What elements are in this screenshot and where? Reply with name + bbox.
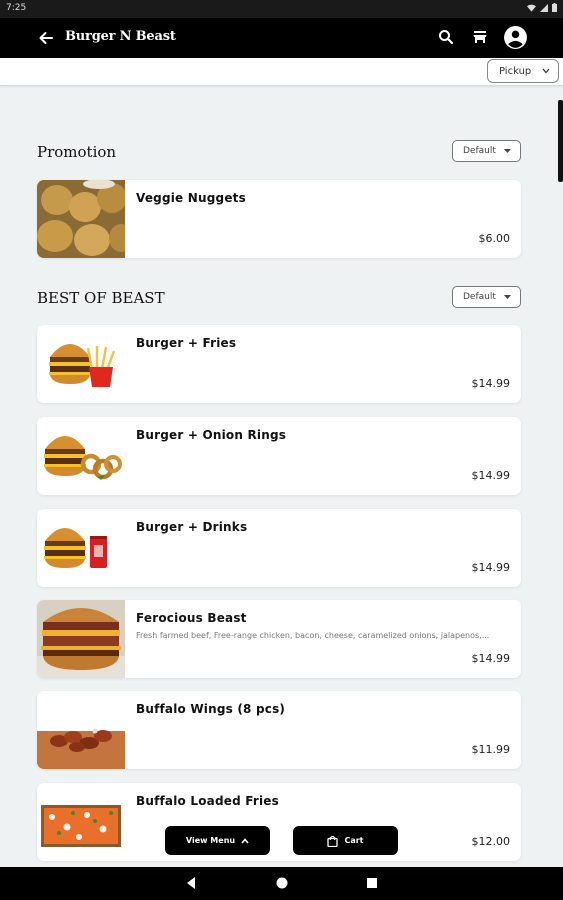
veggie-nuggets-image bbox=[37, 180, 125, 258]
status-time: 7:25 bbox=[6, 3, 27, 13]
menu-item-price: $11.99 bbox=[471, 743, 511, 756]
burger-fries-image bbox=[37, 325, 125, 403]
filter-bar: Pickup bbox=[0, 58, 563, 86]
menu-item-card[interactable]: Buffalo Loaded Fries $12.00 bbox=[37, 783, 521, 861]
section-title-best-of-beast: BEST OF BEAST bbox=[37, 289, 165, 307]
search-icon[interactable] bbox=[437, 28, 455, 46]
sort-dropdown-promotion[interactable]: Default bbox=[452, 140, 521, 162]
menu-item-name: Veggie Nuggets bbox=[136, 191, 246, 205]
menu-item-name: Burger + Onion Rings bbox=[136, 428, 287, 442]
pickup-label: Pickup bbox=[499, 65, 532, 77]
chevron-down-icon bbox=[542, 68, 550, 74]
chevron-up-icon bbox=[241, 837, 249, 844]
menu-item-price: $14.99 bbox=[471, 561, 511, 574]
account-circle-icon[interactable] bbox=[503, 25, 528, 50]
menu-item-name: Burger + Fries bbox=[136, 336, 237, 350]
sort-dropdown-best-of-beast[interactable]: Default bbox=[452, 286, 521, 308]
menu-item-price: $6.00 bbox=[478, 232, 511, 245]
wifi-icon bbox=[527, 4, 536, 12]
cart-label: Cart bbox=[344, 836, 364, 845]
view-menu-button[interactable]: View Menu bbox=[165, 826, 270, 855]
menu-item-card[interactable]: Burger + Drinks $14.99 bbox=[37, 509, 521, 587]
menu-item-card[interactable]: Veggie Nuggets $6.00 bbox=[37, 180, 521, 258]
menu-item-name: Buffalo Wings (8 pcs) bbox=[136, 702, 286, 716]
status-icons bbox=[527, 3, 557, 12]
cart-button[interactable]: Cart bbox=[293, 826, 398, 855]
menu-item-card[interactable]: Burger + Onion Rings $14.99 bbox=[37, 417, 521, 495]
menu-item-price: $14.99 bbox=[471, 377, 511, 390]
menu-item-name: Buffalo Loaded Fries bbox=[136, 794, 279, 808]
sort-dropdown-label: Default bbox=[463, 146, 496, 156]
burger-drinks-image bbox=[37, 509, 125, 587]
signal-icon bbox=[540, 3, 548, 12]
menu-item-card[interactable]: Ferocious Beast Fresh farmed beef, Free-… bbox=[37, 600, 521, 678]
status-bar: 7:25 bbox=[0, 0, 563, 18]
view-menu-label: View Menu bbox=[185, 836, 236, 845]
nav-home-icon[interactable] bbox=[275, 876, 289, 890]
pickup-dropdown[interactable]: Pickup bbox=[487, 59, 559, 83]
buffalo-loaded-fries-image bbox=[37, 783, 125, 861]
sort-dropdown-label: Default bbox=[463, 292, 496, 302]
menu-item-name: Burger + Drinks bbox=[136, 520, 248, 534]
shopping-bag-icon bbox=[327, 835, 339, 847]
nav-back-icon[interactable] bbox=[184, 876, 198, 890]
menu-item-card[interactable]: Burger + Fries $14.99 bbox=[37, 325, 521, 403]
menu-item-price: $12.00 bbox=[471, 835, 511, 848]
section-title-promotion: Promotion bbox=[37, 143, 117, 161]
ferocious-beast-image bbox=[37, 600, 125, 678]
page-title: Burger N Beast bbox=[65, 29, 176, 44]
store-icon[interactable] bbox=[471, 28, 489, 46]
back-arrow-icon[interactable] bbox=[36, 28, 56, 48]
menu-item-name: Ferocious Beast bbox=[136, 611, 247, 625]
app-bar: Burger N Beast bbox=[0, 18, 563, 58]
burger-onion-rings-image bbox=[37, 417, 125, 495]
caret-down-icon bbox=[504, 149, 511, 153]
system-nav-bar bbox=[0, 867, 563, 900]
nav-recents-icon[interactable] bbox=[365, 876, 379, 890]
menu-item-description: Fresh farmed beef, Free-range chicken, b… bbox=[136, 631, 490, 640]
buffalo-wings-image bbox=[37, 691, 125, 769]
caret-down-icon bbox=[504, 295, 511, 299]
menu-item-card[interactable]: Buffalo Wings (8 pcs) $11.99 bbox=[37, 691, 521, 769]
menu-item-price: $14.99 bbox=[471, 652, 511, 665]
menu-item-price: $14.99 bbox=[471, 469, 511, 482]
battery-icon bbox=[552, 3, 557, 12]
scrollbar-thumb[interactable] bbox=[558, 100, 563, 182]
